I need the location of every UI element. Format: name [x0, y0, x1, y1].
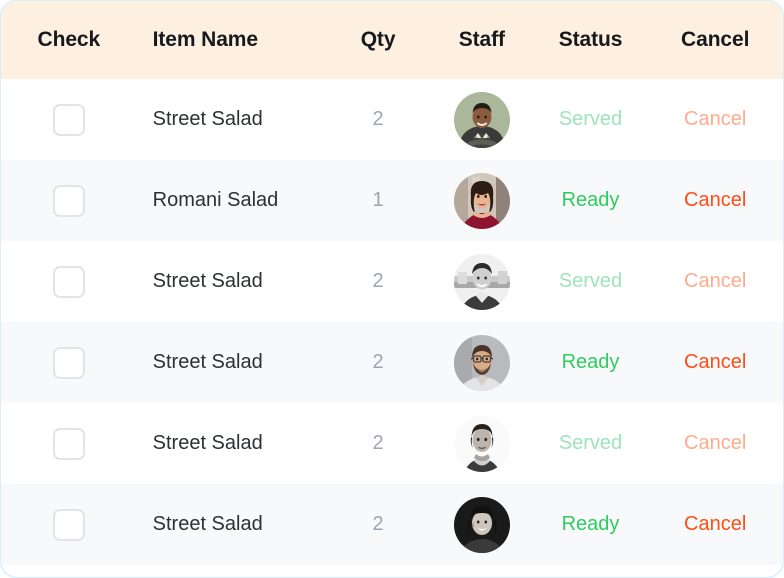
row-item-name-cell: Romani Salad [137, 189, 327, 212]
table-header-row: Check Item Name Qty Staff Status Cancel [1, 1, 783, 79]
avatar-man-plaid-shirt [453, 91, 510, 148]
row-qty: 2 [372, 432, 384, 454]
row-check-cell [1, 508, 137, 541]
avatar-woman-red-top [453, 172, 510, 229]
row-check-cell [1, 103, 137, 136]
row-check-cell [1, 346, 137, 379]
row-status-cell: Ready [534, 513, 648, 536]
row-check-cell [1, 427, 137, 460]
row-qty-cell: 2 [326, 351, 430, 374]
row-item-name: Street Salad [152, 108, 263, 130]
row-status-cell: Ready [534, 351, 648, 374]
row-checkbox[interactable] [52, 265, 85, 298]
row-staff-cell [430, 415, 534, 472]
row-status-badge: Ready [561, 351, 620, 373]
row-cancel-button[interactable]: Cancel [684, 351, 746, 374]
row-item-name-cell: Street Salad [137, 351, 327, 374]
row-cancel-cell: Cancel [647, 513, 783, 536]
column-header-check: Check [37, 28, 101, 51]
row-qty: 2 [372, 351, 384, 373]
row-item-name: Romani Salad [152, 189, 279, 211]
row-status-badge: Served [558, 432, 623, 454]
row-item-name-cell: Street Salad [137, 432, 327, 455]
row-qty: 2 [372, 270, 384, 292]
row-status-badge: Served [558, 270, 623, 292]
row-checkbox[interactable] [52, 508, 85, 541]
row-checkbox[interactable] [52, 427, 85, 460]
row-qty-cell: 2 [326, 270, 430, 293]
avatar-woman-short-hair [453, 415, 510, 472]
row-checkbox[interactable] [52, 184, 85, 217]
row-cancel-button[interactable]: Cancel [684, 432, 746, 455]
table-row: Street Salad 2 Ready Cancel [1, 322, 783, 403]
row-cancel-cell: Cancel [647, 270, 783, 293]
row-item-name: Street Salad [152, 351, 263, 373]
row-item-name-cell: Street Salad [137, 270, 327, 293]
avatar-woman-smiling-dark [453, 496, 510, 553]
row-cancel-button[interactable]: Cancel [684, 189, 746, 212]
column-header-status: Status [558, 28, 623, 51]
row-status-badge: Ready [561, 513, 620, 535]
order-items-table-card: Check Item Name Qty Staff Status Cancel … [0, 0, 784, 578]
table-row: Street Salad 2 Served Cancel [1, 403, 783, 484]
row-staff-cell [430, 172, 534, 229]
row-status-cell: Served [534, 270, 648, 293]
row-staff-cell [430, 496, 534, 553]
column-header-cancel: Cancel [681, 28, 750, 51]
row-checkbox[interactable] [52, 103, 85, 136]
row-qty-cell: 2 [326, 432, 430, 455]
row-cancel-button[interactable]: Cancel [684, 513, 746, 536]
row-staff-cell [430, 253, 534, 310]
row-item-name-cell: Street Salad [137, 108, 327, 131]
row-qty: 2 [372, 513, 384, 535]
row-cancel-button[interactable]: Cancel [684, 108, 746, 131]
row-qty-cell: 2 [326, 513, 430, 536]
avatar-man-grayscale [453, 253, 510, 310]
row-qty: 2 [372, 108, 384, 130]
table-row: Street Salad 2 Ready Cancel [1, 484, 783, 565]
row-qty-cell: 2 [326, 108, 430, 131]
row-staff-cell [430, 91, 534, 148]
row-cancel-button[interactable]: Cancel [684, 270, 746, 293]
row-status-badge: Served [558, 108, 623, 130]
column-header-staff: Staff [458, 28, 505, 51]
row-item-name: Street Salad [152, 270, 263, 292]
row-checkbox[interactable] [52, 346, 85, 379]
row-item-name: Street Salad [152, 432, 263, 454]
table-row: Street Salad 2 Served Cancel [1, 79, 783, 160]
row-cancel-cell: Cancel [647, 432, 783, 455]
row-staff-cell [430, 334, 534, 391]
row-status-cell: Served [534, 432, 648, 455]
row-qty: 1 [372, 189, 384, 211]
row-status-cell: Served [534, 108, 648, 131]
table-row: Romani Salad 1 Ready Cancel [1, 160, 783, 241]
row-check-cell [1, 184, 137, 217]
table-row: Street Salad 2 Served Cancel [1, 241, 783, 322]
column-header-item-name: Item Name [152, 28, 258, 51]
row-cancel-cell: Cancel [647, 108, 783, 131]
row-item-name: Street Salad [152, 513, 263, 535]
row-check-cell [1, 265, 137, 298]
row-status-cell: Ready [534, 189, 648, 212]
table-body: Street Salad 2 Served Cancel Romani Salad 1 … [1, 79, 783, 565]
row-qty-cell: 1 [326, 189, 430, 212]
row-cancel-cell: Cancel [647, 351, 783, 374]
avatar-man-beard-glasses [453, 334, 510, 391]
column-header-qty: Qty [360, 28, 396, 51]
row-status-badge: Ready [561, 189, 620, 211]
row-item-name-cell: Street Salad [137, 513, 327, 536]
row-cancel-cell: Cancel [647, 189, 783, 212]
